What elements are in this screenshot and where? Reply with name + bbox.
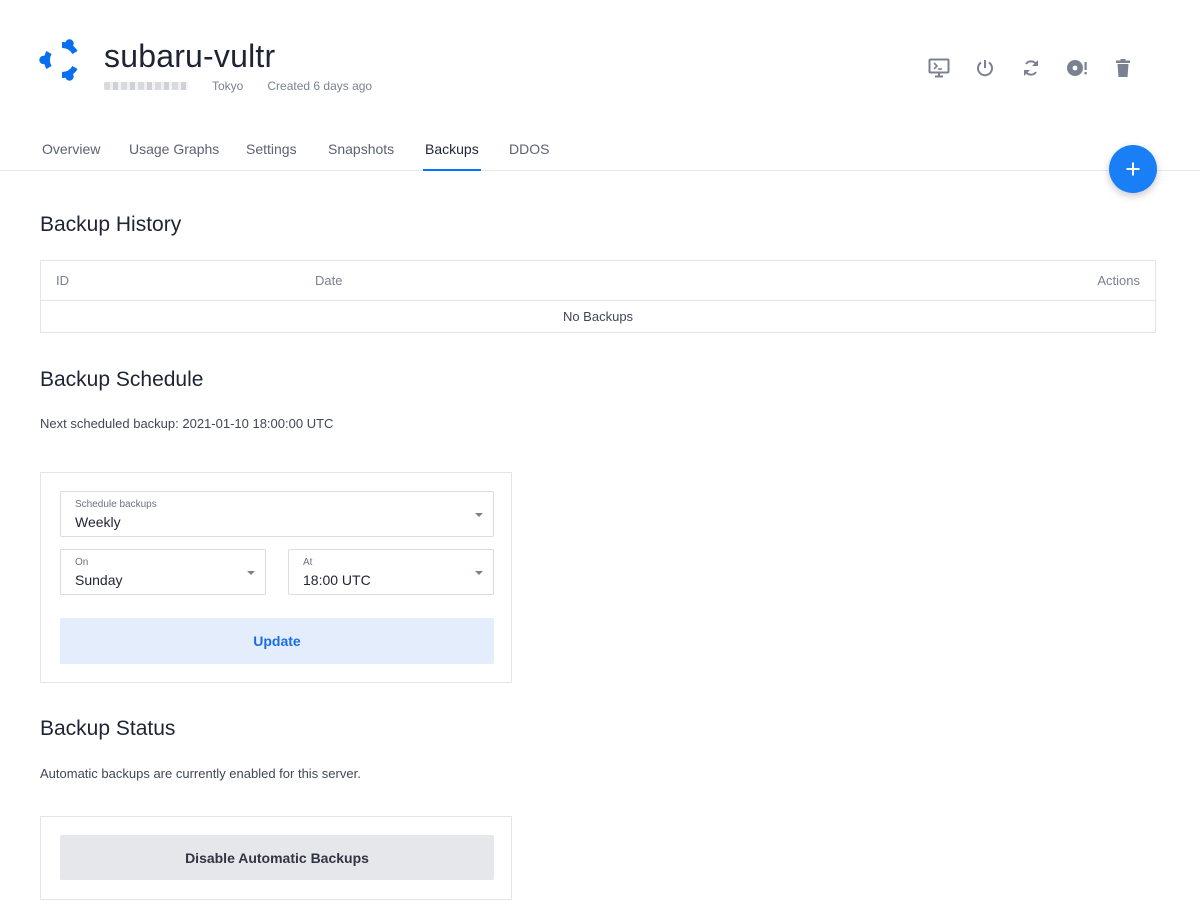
server-created: Created 6 days ago	[267, 79, 373, 93]
status-card: Disable Automatic Backups	[40, 816, 512, 900]
backup-history-table: ID Date Actions No Backups	[40, 260, 1156, 333]
server-header: subaru-vultr Tokyo Created 6 days ago	[0, 0, 1200, 120]
backup-status-text: Automatic backups are currently enabled …	[40, 766, 361, 781]
trash-icon	[1116, 59, 1130, 77]
backup-history-title: Backup History	[40, 213, 182, 236]
console-icon	[928, 58, 950, 78]
power-button[interactable]	[962, 56, 1008, 80]
tab-ddos[interactable]: DDOS	[509, 141, 549, 171]
tab-overview[interactable]: Overview	[42, 141, 100, 171]
schedule-card: Schedule backups Weekly On Sunday At 18:…	[40, 472, 512, 683]
field-value: Sunday	[75, 572, 123, 588]
restart-button[interactable]	[1008, 56, 1054, 80]
server-actions	[916, 56, 1146, 80]
reinstall-button[interactable]	[1054, 56, 1100, 80]
disable-backups-button[interactable]: Disable Automatic Backups	[60, 835, 494, 880]
update-button[interactable]: Update	[60, 618, 494, 664]
column-actions: Actions	[1097, 273, 1140, 288]
server-location: Tokyo	[212, 79, 244, 93]
console-button[interactable]	[916, 56, 962, 80]
field-value: Weekly	[75, 514, 121, 530]
table-header: ID Date Actions	[41, 261, 1155, 301]
ubuntu-logo-icon	[39, 39, 78, 81]
column-id: ID	[56, 273, 69, 288]
backup-schedule-title: Backup Schedule	[40, 368, 204, 391]
backup-status-title: Backup Status	[40, 717, 176, 740]
tab-snapshots[interactable]: Snapshots	[328, 141, 394, 171]
refresh-icon	[1024, 60, 1038, 76]
caret-down-icon	[475, 513, 483, 517]
schedule-time-select[interactable]: At 18:00 UTC	[288, 549, 494, 595]
ip-address-redacted	[104, 82, 188, 90]
tab-usage-graphs[interactable]: Usage Graphs	[129, 141, 219, 171]
server-name: subaru-vultr	[104, 38, 276, 74]
field-value: 18:00 UTC	[303, 572, 371, 588]
field-label: At	[303, 557, 313, 568]
delete-button[interactable]	[1100, 56, 1146, 80]
field-label: On	[75, 557, 89, 568]
add-button[interactable]	[1109, 145, 1157, 193]
column-date: Date	[315, 273, 343, 288]
caret-down-icon	[247, 571, 255, 575]
schedule-day-select[interactable]: On Sunday	[60, 549, 266, 595]
next-backup-text: Next scheduled backup: 2021-01-10 18:00:…	[40, 416, 334, 431]
disc-alert-icon	[1067, 60, 1087, 76]
schedule-frequency-select[interactable]: Schedule backups Weekly	[60, 491, 494, 537]
plus-icon	[1126, 162, 1140, 176]
tab-settings[interactable]: Settings	[246, 141, 297, 171]
field-label: Schedule backups	[75, 499, 157, 510]
empty-state: No Backups	[562, 309, 634, 324]
caret-down-icon	[475, 571, 483, 575]
server-meta: Tokyo Created 6 days ago	[104, 78, 372, 94]
tab-backups[interactable]: Backups	[423, 141, 481, 171]
tab-bar: Overview Usage Graphs Settings Snapshots…	[0, 130, 1200, 171]
power-icon	[977, 60, 993, 77]
